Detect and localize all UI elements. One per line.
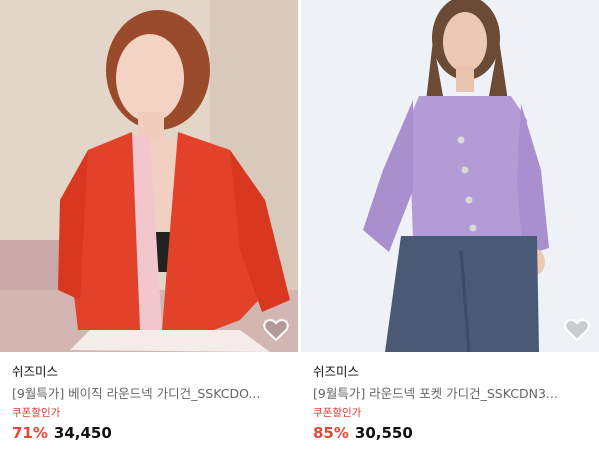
product-title[interactable]: [9월특가] 라운드넥 포켓 가디건_SSKCDN3... [313, 386, 593, 402]
model-red-cardigan-image [0, 0, 298, 352]
product-image[interactable] [0, 0, 298, 352]
price-row: 85% 30,550 [313, 423, 599, 443]
wishlist-button[interactable] [564, 318, 590, 342]
price-row: 71% 34,450 [12, 423, 298, 443]
sale-price: 34,450 [53, 424, 112, 442]
discount-rate: 85% [313, 424, 349, 442]
product-title[interactable]: [9월특가] 베이직 라운드넥 가디건_SSKCDO... [12, 386, 292, 402]
product-grid: 쉬즈미스 [9월특가] 베이직 라운드넥 가디건_SSKCDO... 쿠폰할인가… [0, 0, 599, 451]
brand-name[interactable]: 쉬즈미스 [313, 364, 599, 380]
model-lavender-cardigan-image [301, 0, 599, 352]
wishlist-button[interactable] [263, 318, 289, 342]
product-card[interactable]: 쉬즈미스 [9월특가] 베이직 라운드넥 가디건_SSKCDO... 쿠폰할인가… [0, 0, 298, 451]
discount-rate: 71% [12, 424, 48, 442]
coupon-price-label: 쿠폰할인가 [313, 407, 362, 419]
product-image[interactable] [301, 0, 599, 352]
product-card[interactable]: 쉬즈미스 [9월특가] 라운드넥 포켓 가디건_SSKCDN3... 쿠폰할인가… [301, 0, 599, 451]
brand-name[interactable]: 쉬즈미스 [12, 364, 298, 380]
sale-price: 30,550 [354, 424, 413, 442]
heart-outline-icon [263, 319, 289, 341]
coupon-price-label: 쿠폰할인가 [12, 407, 61, 419]
heart-outline-icon [564, 319, 590, 341]
